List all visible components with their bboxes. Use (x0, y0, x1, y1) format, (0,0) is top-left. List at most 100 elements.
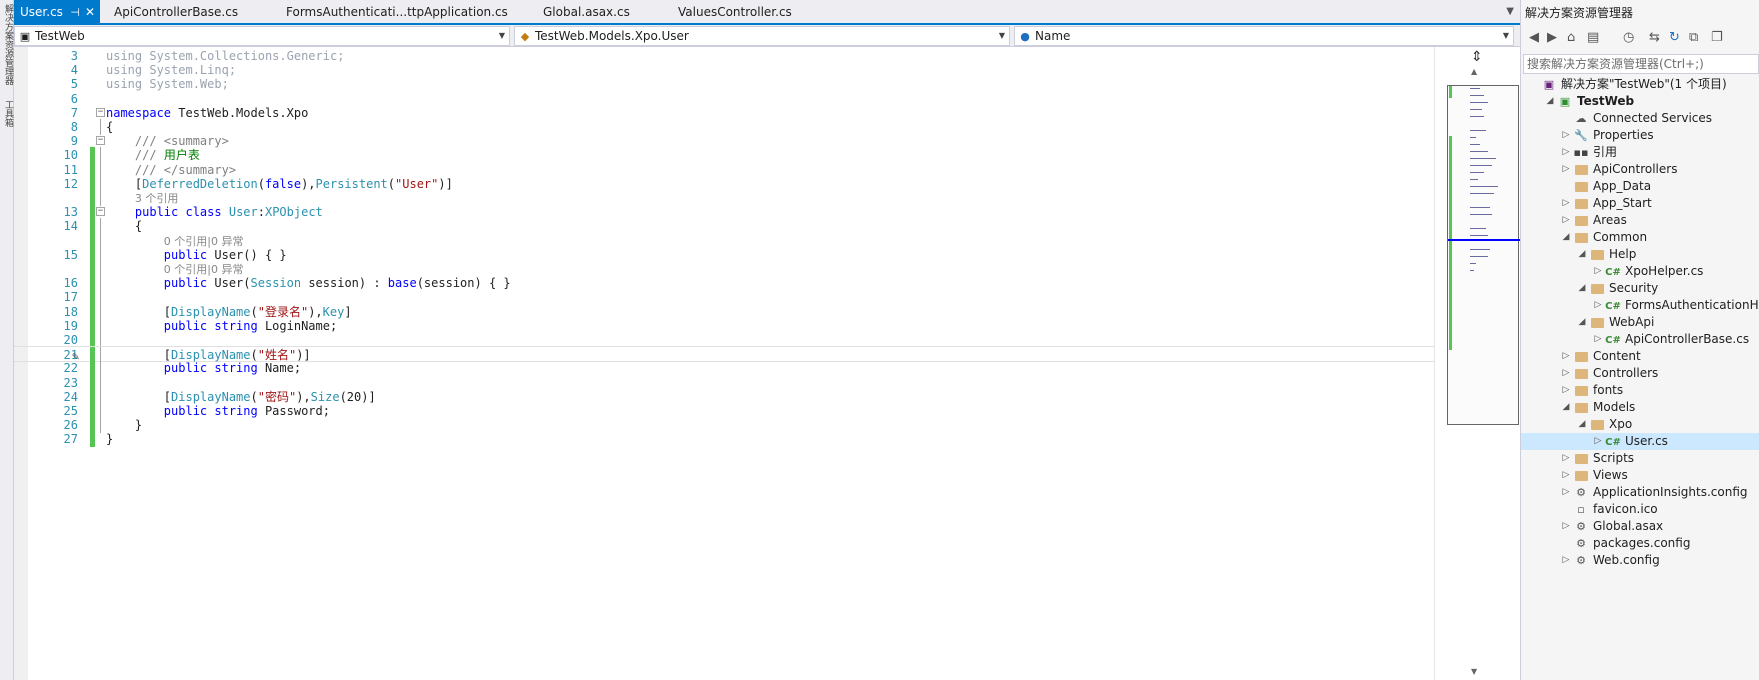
tree-item[interactable]: ▷ ⚙ Global.asax (1521, 518, 1759, 535)
tree-item[interactable]: ◢ Common (1521, 229, 1759, 246)
scroll-up-icon[interactable]: ▲ (1471, 67, 1477, 76)
tree-item[interactable]: ◢ Security (1521, 280, 1759, 297)
collapse-arrow-icon[interactable]: ◢ (1577, 246, 1587, 263)
collapse-arrow-icon[interactable]: ◢ (1577, 280, 1587, 297)
solution-explorer: 解决方案资源管理器 ◀ ▶ ⌂ ▤ ◷ ⇆ ↻ ⧉ ❐ 搜索解决方案资源管理器(… (1520, 0, 1759, 680)
tab-user-cs[interactable]: User.cs ⊣ ✕ (14, 0, 100, 25)
project-dropdown[interactable]: ▣ TestWeb ▼ (14, 26, 510, 46)
tab-formsauthentication[interactable]: FormsAuthenticati...ttpApplication.cs (280, 0, 520, 25)
refresh-icon[interactable]: ↻ (1669, 30, 1680, 45)
tab-apicontrollerbase[interactable]: ApiControllerBase.cs (108, 0, 268, 25)
pin-icon[interactable]: ⊣ (70, 0, 80, 25)
tree-item[interactable]: ▷ Controllers (1521, 365, 1759, 382)
switch-views-icon[interactable]: ▤ (1587, 30, 1599, 45)
expand-arrow-icon[interactable]: ▷ (1561, 144, 1571, 161)
references-icon: ▪▪ (1573, 146, 1589, 159)
vtab-solution-explorer[interactable]: 解决方案资源管理器 (1, 4, 13, 85)
tree-item[interactable]: ◢ ▣ TestWeb (1521, 93, 1759, 110)
tree-item[interactable]: ◢ Help (1521, 246, 1759, 263)
tree-item[interactable]: ▷ fonts (1521, 382, 1759, 399)
tab-overflow-icon[interactable]: ▼ (1506, 6, 1514, 17)
expand-arrow-icon[interactable]: ▷ (1561, 467, 1571, 484)
collapse-arrow-icon[interactable]: ◢ (1577, 314, 1587, 331)
collapse-arrow-icon[interactable]: ◢ (1577, 416, 1587, 433)
tree-item[interactable]: ▷ App_Start (1521, 195, 1759, 212)
tree-item[interactable]: ⚙ packages.config (1521, 535, 1759, 552)
collapse-icon[interactable]: − (96, 136, 105, 146)
expand-arrow-icon[interactable]: ▷ (1561, 161, 1571, 178)
show-all-files-icon[interactable]: ❐ (1711, 30, 1723, 45)
tree-item[interactable]: ▷ ApiControllers (1521, 161, 1759, 178)
expand-arrow-icon[interactable]: ▷ (1561, 212, 1571, 229)
tree-item[interactable]: ☁ Connected Services (1521, 110, 1759, 127)
tree-item[interactable]: ▷ 🔧 Properties (1521, 127, 1759, 144)
chevron-down-icon: ▼ (498, 31, 505, 40)
expand-arrow-icon[interactable]: ▷ (1561, 348, 1571, 365)
tree-item[interactable]: ▫ favicon.ico (1521, 501, 1759, 518)
expand-arrow-icon[interactable]: ▷ (1593, 297, 1603, 314)
expand-arrow-icon[interactable]: ▷ (1561, 484, 1571, 501)
tree-item[interactable]: App_Data (1521, 178, 1759, 195)
tree-item[interactable]: ▷ ⚙ Web.config (1521, 552, 1759, 569)
collapse-arrow-icon[interactable]: ◢ (1561, 399, 1571, 416)
expand-arrow-icon[interactable]: ▷ (1561, 365, 1571, 382)
tree-item[interactable]: ▷ C# XpoHelper.cs (1521, 263, 1759, 280)
minimap-line (1470, 207, 1490, 208)
collapse-arrow-icon[interactable]: ◢ (1561, 229, 1571, 246)
solution-explorer-toolbar: ◀ ▶ ⌂ ▤ ◷ ⇆ ↻ ⧉ ❐ (1521, 25, 1759, 51)
type-dropdown[interactable]: ◆ TestWeb.Models.Xpo.User ▼ (514, 26, 1010, 46)
tree-item-label: Controllers (1593, 366, 1659, 380)
expand-arrow-icon[interactable]: ▷ (1561, 518, 1571, 535)
tree-item-label: Scripts (1593, 451, 1635, 465)
tree-item[interactable]: ▷ ⚙ ApplicationInsights.config (1521, 484, 1759, 501)
tree-item-label: ApiControllerBase.cs (1625, 332, 1750, 346)
sync-icon[interactable]: ⇆ (1649, 30, 1660, 45)
minimap-line (1470, 186, 1498, 187)
member-dropdown[interactable]: ● Name ▼ (1014, 26, 1514, 46)
expand-arrow-icon[interactable]: ▷ (1561, 382, 1571, 399)
back-icon[interactable]: ◀ (1529, 30, 1539, 45)
tree-item[interactable]: ◢ Xpo (1521, 416, 1759, 433)
tree-item[interactable]: ▷ Views (1521, 467, 1759, 484)
code-editor[interactable]: 3 using System.Collections.Generic; 4 using… (14, 47, 1434, 680)
tab-global-asax[interactable]: Global.asax.cs (537, 0, 677, 25)
tree-item[interactable]: ▷ Areas (1521, 212, 1759, 229)
tree-item[interactable]: ▣ 解决方案"TestWeb"(1 个项目) (1521, 76, 1759, 93)
vtab-toolbox[interactable]: 工具箱 (1, 100, 13, 127)
tree-item-label: App_Start (1593, 196, 1652, 210)
tree-item[interactable]: ◢ WebApi (1521, 314, 1759, 331)
split-window-icon[interactable]: ⇕ (1471, 49, 1483, 65)
tree-item[interactable]: ▷ Scripts (1521, 450, 1759, 467)
tree-item[interactable]: ▷ C# FormsAuthenticationHt (1521, 297, 1759, 314)
expand-arrow-icon[interactable]: ▷ (1561, 450, 1571, 467)
expand-arrow-icon[interactable]: ▷ (1593, 433, 1603, 450)
tree-item[interactable]: ▷ Content (1521, 348, 1759, 365)
map-viewport[interactable] (1447, 85, 1520, 425)
tab-valuescontroller[interactable]: ValuesController.cs (672, 0, 832, 25)
expand-arrow-icon[interactable]: ▷ (1561, 552, 1571, 569)
expand-arrow-icon[interactable]: ▷ (1593, 331, 1603, 348)
scroll-down-icon[interactable]: ▼ (1471, 667, 1477, 676)
tree-item-label: XpoHelper.cs (1625, 264, 1704, 278)
code-line[interactable]: 27} (14, 431, 1434, 448)
close-icon[interactable]: ✕ (85, 0, 95, 25)
expand-arrow-icon[interactable]: ▷ (1593, 263, 1603, 280)
scrollbar-map[interactable]: ⇕ ▲ ▼ (1434, 47, 1520, 680)
collapse-arrow-icon[interactable]: ◢ (1545, 93, 1555, 110)
file-icon: ▫ (1577, 503, 1585, 516)
tree-item[interactable]: ▷ C# ApiControllerBase.cs (1521, 331, 1759, 348)
tree-item[interactable]: ◢ Models (1521, 399, 1759, 416)
home-icon[interactable]: ⌂ (1567, 30, 1575, 45)
tree-item[interactable]: ▷ C# User.cs (1521, 433, 1759, 450)
collapse-icon[interactable]: − (96, 207, 105, 217)
tree-item[interactable]: ▷ ▪▪ 引用 (1521, 144, 1759, 161)
collapse-icon[interactable]: − (96, 107, 105, 117)
expand-arrow-icon[interactable]: ▷ (1561, 127, 1571, 144)
forward-icon[interactable]: ▶ (1547, 30, 1557, 45)
expand-arrow-icon[interactable]: ▷ (1561, 195, 1571, 212)
collapse-all-icon[interactable]: ⧉ (1689, 30, 1698, 45)
search-input[interactable]: 搜索解决方案资源管理器(Ctrl+;) (1523, 54, 1759, 74)
project-icon: ▣ (19, 30, 31, 43)
pending-changes-icon[interactable]: ◷ (1623, 30, 1634, 45)
tab-label: User.cs (20, 5, 63, 19)
